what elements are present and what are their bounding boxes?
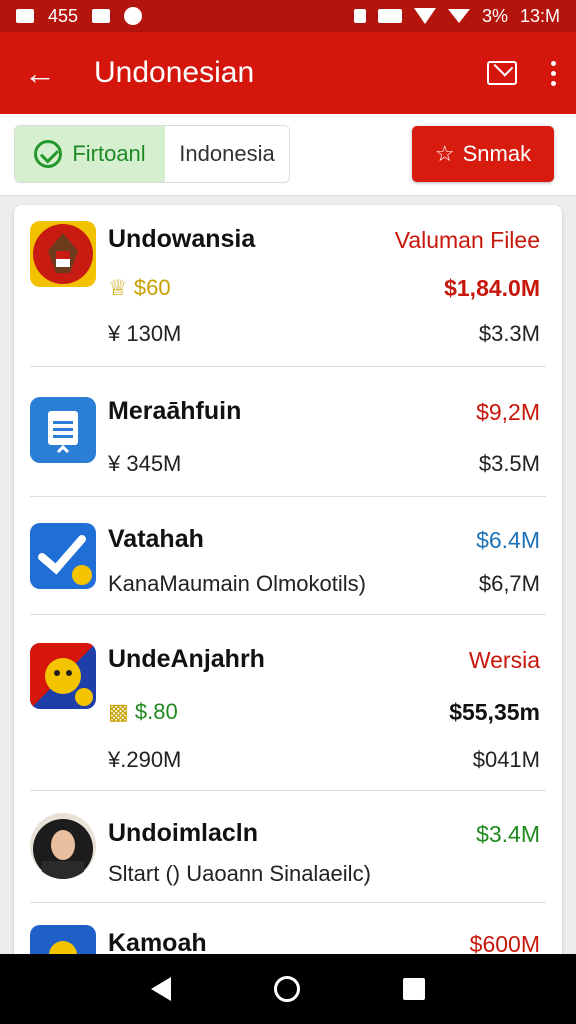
nav-recents-icon[interactable]	[402, 978, 425, 1000]
nav-back-icon[interactable]	[151, 977, 172, 1001]
action-button-label: Snmak	[462, 141, 532, 166]
status-left-text: 455	[48, 5, 79, 26]
check-circle-icon	[34, 140, 63, 168]
item-sub: ¥ 130M	[108, 321, 182, 346]
item-name: Meraāhfuin	[108, 397, 242, 425]
filter-bar: Firtoanl Indonesia ☆ Snmak	[0, 114, 576, 196]
segmented-control: Firtoanl Indonesia	[14, 125, 290, 183]
back-arrow-icon[interactable]: ←	[20, 53, 60, 93]
system-nav-bar	[0, 954, 576, 1024]
document-app-icon	[30, 397, 96, 463]
list-item[interactable]: Undowansia ♕ $60 ¥ 130M Valuman Filee $1…	[14, 205, 562, 367]
item-right-top: $9,2M	[476, 399, 540, 425]
item-sub: ¥.290M	[108, 747, 182, 772]
star-icon: ☆	[434, 141, 455, 166]
list-item[interactable]: Undoimlacln Sltart () Uaoann Sinalaeilc)…	[14, 791, 562, 903]
item-name: UndeAnjahrh	[108, 645, 265, 673]
item-right-mid: $1,84.0M	[444, 275, 540, 301]
action-button[interactable]: ☆ Snmak	[412, 126, 554, 182]
time-text: 13:M	[519, 5, 560, 26]
chip-active[interactable]: Firtoanl	[15, 126, 165, 182]
item-sub: KanaMaumain Olmokotils)	[108, 571, 366, 596]
item-badge-label: $60	[133, 275, 171, 300]
item-badge-label: $.80	[134, 699, 178, 724]
item-right-mid: $55,35m	[449, 699, 540, 725]
item-name: Undowansia	[108, 225, 256, 253]
item-sub: ¥ 345M	[108, 451, 182, 476]
mail-icon	[92, 9, 111, 23]
inbox-icon[interactable]	[487, 61, 517, 85]
more-options-icon[interactable]	[551, 60, 556, 86]
item-right-bottom: $3.3M	[478, 321, 540, 346]
item-right-top: Wersia	[468, 647, 540, 673]
wifi-icon	[413, 8, 436, 24]
item-right-bottom: $3.5M	[478, 451, 540, 476]
list-item[interactable]: UndeAnjahrh ▩ $.80 ¥.290M Wersia $55,35m…	[14, 615, 562, 791]
nav-home-icon[interactable]	[273, 976, 300, 1002]
chip-active-label: Firtoanl	[72, 141, 146, 166]
item-right-top: Valuman Filee	[394, 227, 540, 253]
gift-icon: ▩	[108, 699, 129, 724]
chip-inactive[interactable]: Indonesia	[165, 126, 289, 182]
item-right-bottom: $6,7M	[478, 571, 540, 596]
crown-icon: ♕	[108, 275, 128, 300]
avatar	[30, 813, 96, 879]
gmail-icon	[16, 9, 34, 23]
item-right-bottom: $041M	[472, 747, 540, 772]
app-icon	[124, 7, 143, 25]
emblem-icon	[30, 643, 96, 709]
item-right-top: $6.4M	[476, 527, 540, 553]
list-item[interactable]: Meraāhfuin ¥ 345M $9,2M $3.5M	[14, 367, 562, 497]
item-badge: ♕ $60	[108, 275, 171, 301]
list-card: Undowansia ♕ $60 ¥ 130M Valuman Filee $1…	[14, 205, 562, 965]
emblem-icon	[30, 221, 96, 287]
list-item[interactable]: Vatahah KanaMaumain Olmokotils) $6.4M $6…	[14, 497, 562, 615]
item-name: Vatahah	[108, 525, 204, 553]
item-name: Undoimlacln	[108, 819, 259, 847]
checkmark-app-icon	[30, 523, 96, 589]
app-bar: ← Undonesian	[0, 32, 576, 114]
battery-text: 3%	[481, 5, 508, 26]
bluetooth-icon	[377, 9, 402, 23]
chip-inactive-label: Indonesia	[179, 141, 275, 166]
item-right-top: $3.4M	[476, 821, 540, 847]
signal-icon	[447, 9, 470, 23]
item-badge: ▩ $.80	[108, 699, 178, 725]
vibrate-icon	[353, 9, 366, 23]
status-bar: 455 3% 13:M	[0, 0, 576, 32]
item-sub: Sltart () Uaoann Sinalaeilc)	[108, 861, 371, 886]
page-title: Undonesian	[94, 56, 255, 89]
